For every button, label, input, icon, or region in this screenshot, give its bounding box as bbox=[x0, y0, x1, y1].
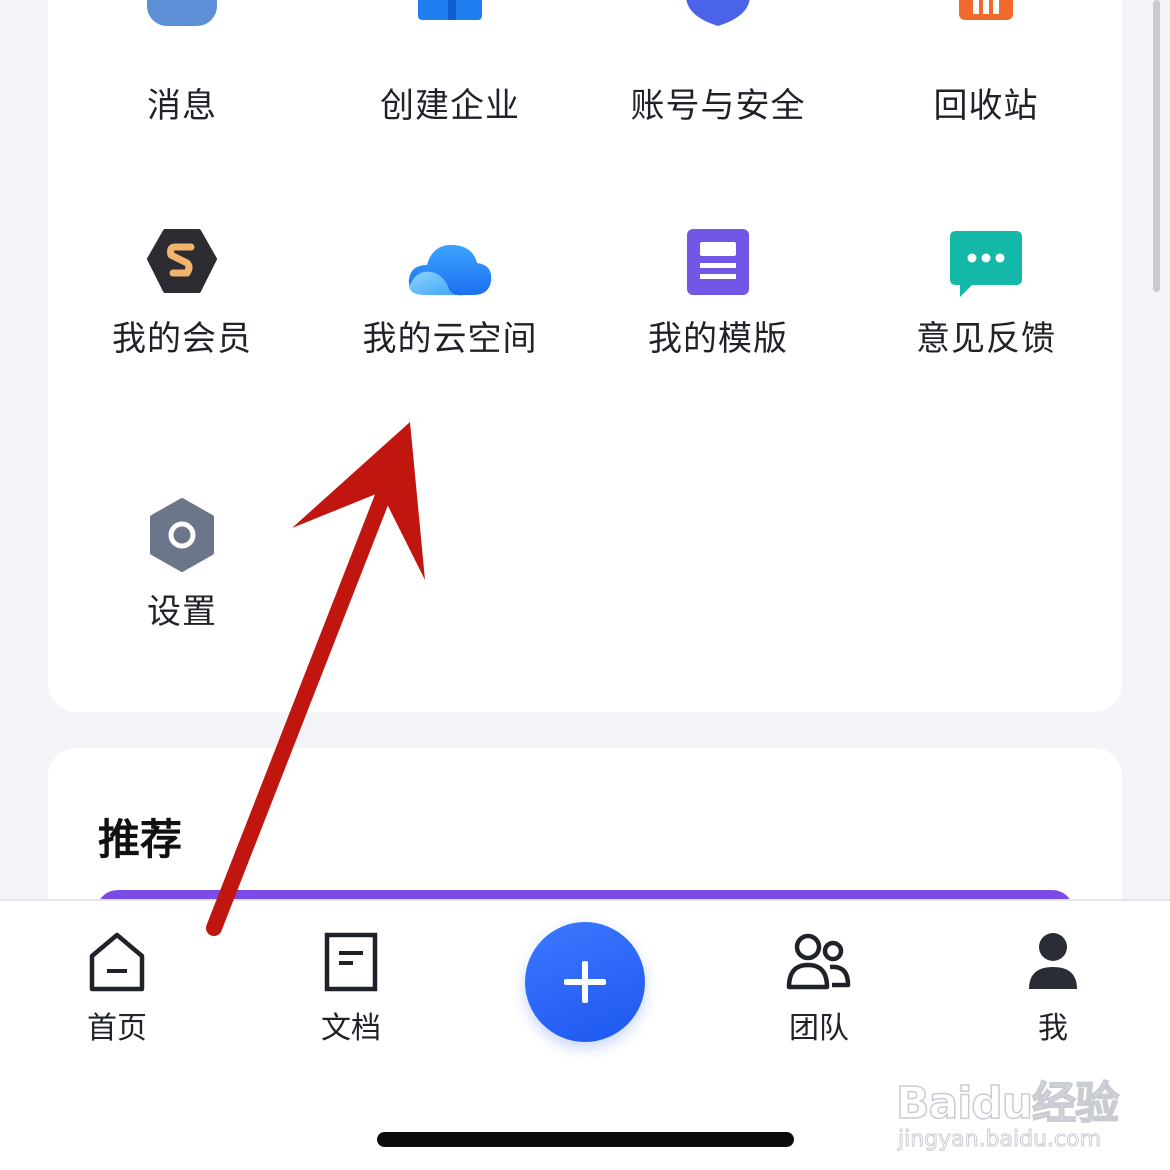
recycle-bin-icon bbox=[959, 0, 1013, 22]
tab-team[interactable]: 团队 bbox=[749, 931, 889, 1047]
tab-label-team: 团队 bbox=[789, 1011, 849, 1046]
feedback-icon bbox=[950, 231, 1022, 299]
grid-label-account-security: 账号与安全 bbox=[630, 86, 806, 126]
grid-label-message: 消息 bbox=[147, 86, 217, 126]
tab-label-home: 首页 bbox=[87, 1011, 147, 1046]
tab-label-docs: 文档 bbox=[321, 1011, 381, 1046]
grid-item-message[interactable]: 消息 bbox=[48, 0, 316, 150]
grid-label-templates: 我的模版 bbox=[648, 319, 788, 359]
team-icon bbox=[786, 933, 851, 990]
home-icon bbox=[89, 932, 145, 992]
membership-icon bbox=[147, 229, 217, 295]
grid-item-settings[interactable]: 设置 bbox=[48, 498, 316, 668]
watermark-brand: Baidu经验 bbox=[895, 1077, 1120, 1130]
grid-label-feedback: 意见反馈 bbox=[916, 319, 1056, 359]
grid-label-recycle-bin: 回收站 bbox=[933, 86, 1039, 126]
grid-label-cloud-space: 我的云空间 bbox=[362, 319, 538, 359]
grid-item-recycle-bin[interactable]: 回收站 bbox=[852, 0, 1120, 150]
scrollbar[interactable] bbox=[1153, 0, 1160, 292]
cloud-icon bbox=[407, 239, 493, 297]
watermark: Baidu经验 jingyan.baidu.com bbox=[895, 1041, 1126, 1161]
plus-icon bbox=[564, 961, 606, 1003]
settings-icon bbox=[149, 498, 215, 572]
grid-item-feedback[interactable]: 意见反馈 bbox=[852, 225, 1120, 405]
function-grid-card: 消息 创建企业 账号与安全 回收站 我的会员 我的云空间 我的模版 意见反馈 设… bbox=[48, 0, 1122, 712]
template-icon bbox=[687, 229, 749, 295]
grid-item-account-security[interactable]: 账号与安全 bbox=[584, 0, 852, 150]
app-screen: 消息 创建企业 账号与安全 回收站 我的会员 我的云空间 我的模版 意见反馈 设… bbox=[0, 0, 1170, 1170]
document-icon bbox=[324, 932, 378, 992]
grid-label-membership: 我的会员 bbox=[112, 319, 252, 359]
tab-docs[interactable]: 文档 bbox=[281, 931, 421, 1047]
create-new-button[interactable] bbox=[525, 922, 645, 1042]
grid-item-templates[interactable]: 我的模版 bbox=[584, 225, 852, 405]
message-icon bbox=[147, 0, 217, 26]
grid-label-create-enterprise: 创建企业 bbox=[380, 86, 520, 126]
person-icon bbox=[1029, 933, 1077, 989]
home-indicator[interactable] bbox=[377, 1132, 794, 1147]
grid-item-cloud-space[interactable]: 我的云空间 bbox=[316, 225, 584, 405]
recommend-title: 推荐 bbox=[98, 815, 183, 864]
tab-home[interactable]: 首页 bbox=[47, 931, 187, 1047]
shield-icon bbox=[686, 0, 750, 26]
grid-label-settings: 设置 bbox=[147, 592, 217, 632]
tab-me[interactable]: 我 bbox=[983, 931, 1123, 1047]
bottom-tab-bar: 首页 文档 团队 我 Baidu经验 jingyan.baidu.com bbox=[0, 899, 1170, 1170]
watermark-url: jingyan.baidu.com bbox=[897, 1127, 1102, 1153]
create-enterprise-icon bbox=[418, 0, 482, 22]
grid-item-create-enterprise[interactable]: 创建企业 bbox=[316, 0, 584, 150]
grid-item-membership[interactable]: 我的会员 bbox=[48, 225, 316, 405]
